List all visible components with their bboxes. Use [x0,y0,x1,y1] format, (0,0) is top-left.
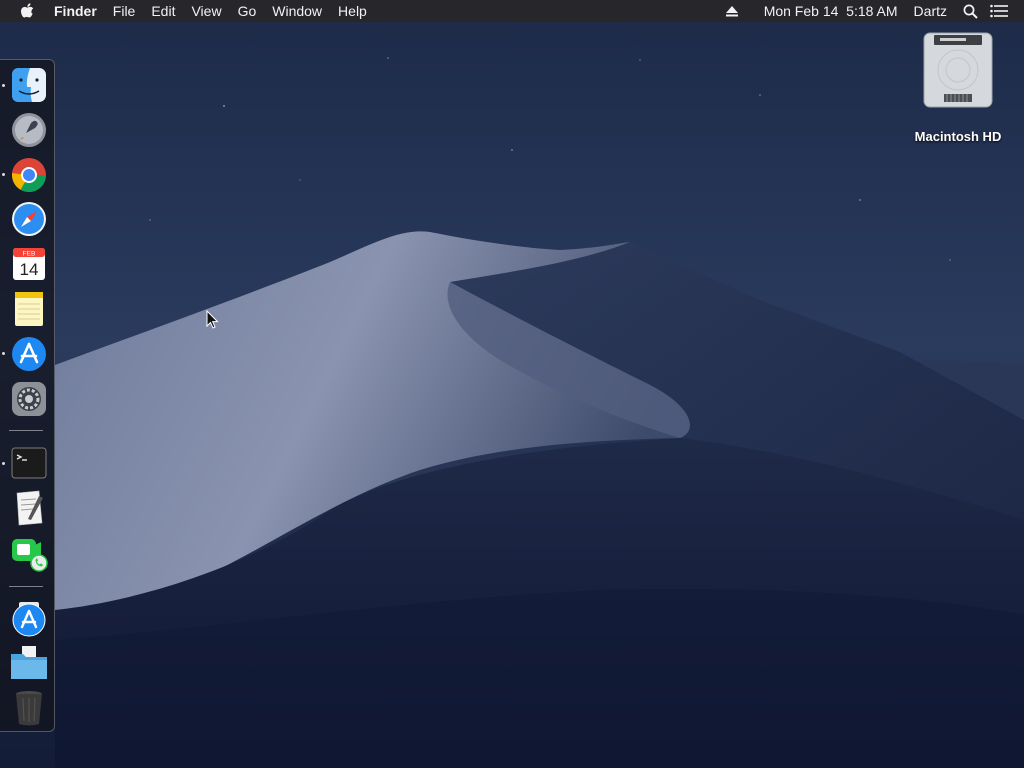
facetime-icon [12,539,48,572]
menu-edit[interactable]: Edit [143,0,183,22]
dock-item-notes[interactable] [9,289,49,329]
running-indicator-app-store [2,352,5,355]
dock: FEB 14 [0,59,55,732]
dock-item-calendar[interactable]: FEB 14 [9,244,49,284]
trash-icon [16,691,42,726]
menu-bar: Finder File Edit View Go Window Help Mon… [0,0,1024,22]
menu-go[interactable]: Go [230,0,265,22]
dock-item-trash[interactable] [9,687,49,727]
apple-menu-icon[interactable] [20,2,36,20]
folder-icon [11,646,47,679]
running-indicator-finder [2,84,5,87]
running-indicator-terminal [2,462,5,465]
terminal-icon [11,447,47,479]
clock-datetime[interactable]: Mon Feb 14 5:18 AM [758,0,904,22]
menu-window[interactable]: Window [264,0,330,22]
dock-item-textedit[interactable] [9,488,49,528]
desktop-wallpaper [0,0,1024,768]
dock-item-terminal[interactable] [9,443,49,483]
dock-item-safari[interactable] [9,199,49,239]
dock-separator [9,586,43,587]
menu-view[interactable]: View [183,0,229,22]
dock-item-app-store-downloads[interactable] [9,599,49,639]
dock-item-system-preferences[interactable] [9,379,49,419]
menu-file[interactable]: File [105,0,144,22]
mouse-cursor-icon [206,310,219,329]
textedit-icon [16,490,43,526]
notification-center-icon[interactable] [984,4,1014,18]
app-menu-finder[interactable]: Finder [46,0,105,22]
app-store-icon [12,602,46,637]
eject-icon[interactable] [720,5,744,17]
notes-icon [15,292,43,326]
app-store-icon [12,337,46,371]
dock-item-facetime[interactable] [9,533,49,573]
calendar-day: 14 [20,260,39,279]
dock-item-launchpad[interactable] [9,110,49,150]
dock-item-chrome[interactable] [9,155,49,195]
spotlight-search-icon[interactable] [957,4,984,19]
dock-separator [9,430,43,431]
user-menu[interactable]: Dartz [908,0,953,22]
calendar-icon: FEB 14 [13,248,45,280]
dock-item-app-store[interactable] [9,334,49,374]
menu-help[interactable]: Help [330,0,375,22]
desktop-icon-label: Macintosh HD [914,129,1002,144]
status-area: Mon Feb 14 5:18 AM Dartz [720,0,1024,22]
dock-item-finder[interactable] [9,65,49,105]
launchpad-icon [12,113,46,147]
calendar-month: FEB [23,251,36,258]
desktop-icon-macintosh-hd[interactable]: Macintosh HD [903,30,1013,144]
running-indicator-chrome [2,173,5,176]
hard-drive-icon [923,32,993,108]
finder-icon [12,68,46,102]
safari-icon [12,202,46,236]
system-preferences-icon [12,382,46,416]
chrome-icon [12,158,46,192]
dock-item-documents[interactable] [9,644,49,684]
